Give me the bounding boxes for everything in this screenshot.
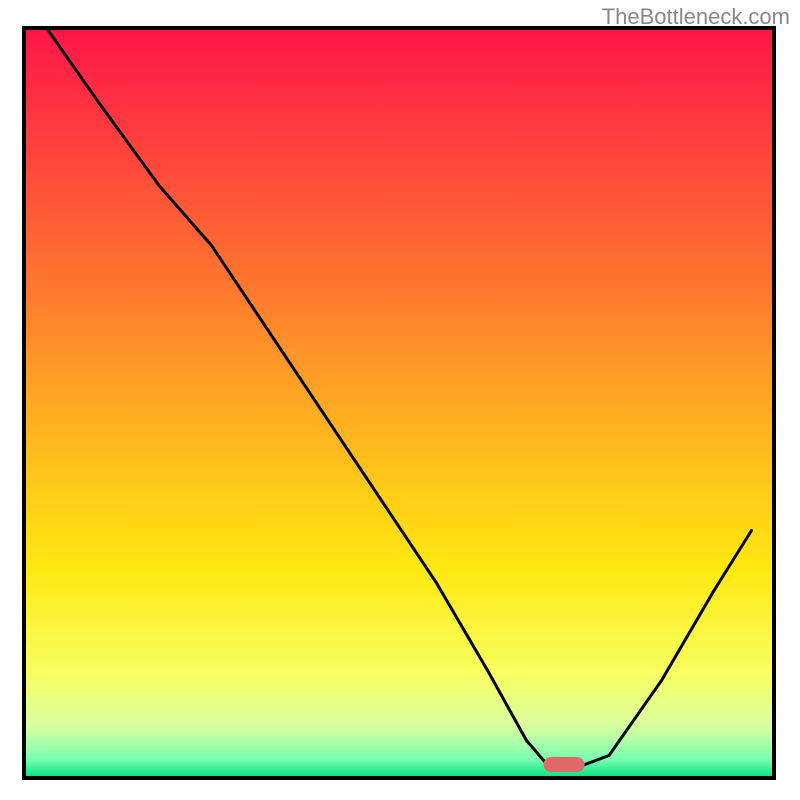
watermark-text: TheBottleneck.com xyxy=(602,4,790,30)
optimal-marker xyxy=(543,757,584,772)
bottleneck-chart xyxy=(0,0,800,800)
plot-background xyxy=(24,28,774,778)
chart-container: TheBottleneck.com xyxy=(0,0,800,800)
